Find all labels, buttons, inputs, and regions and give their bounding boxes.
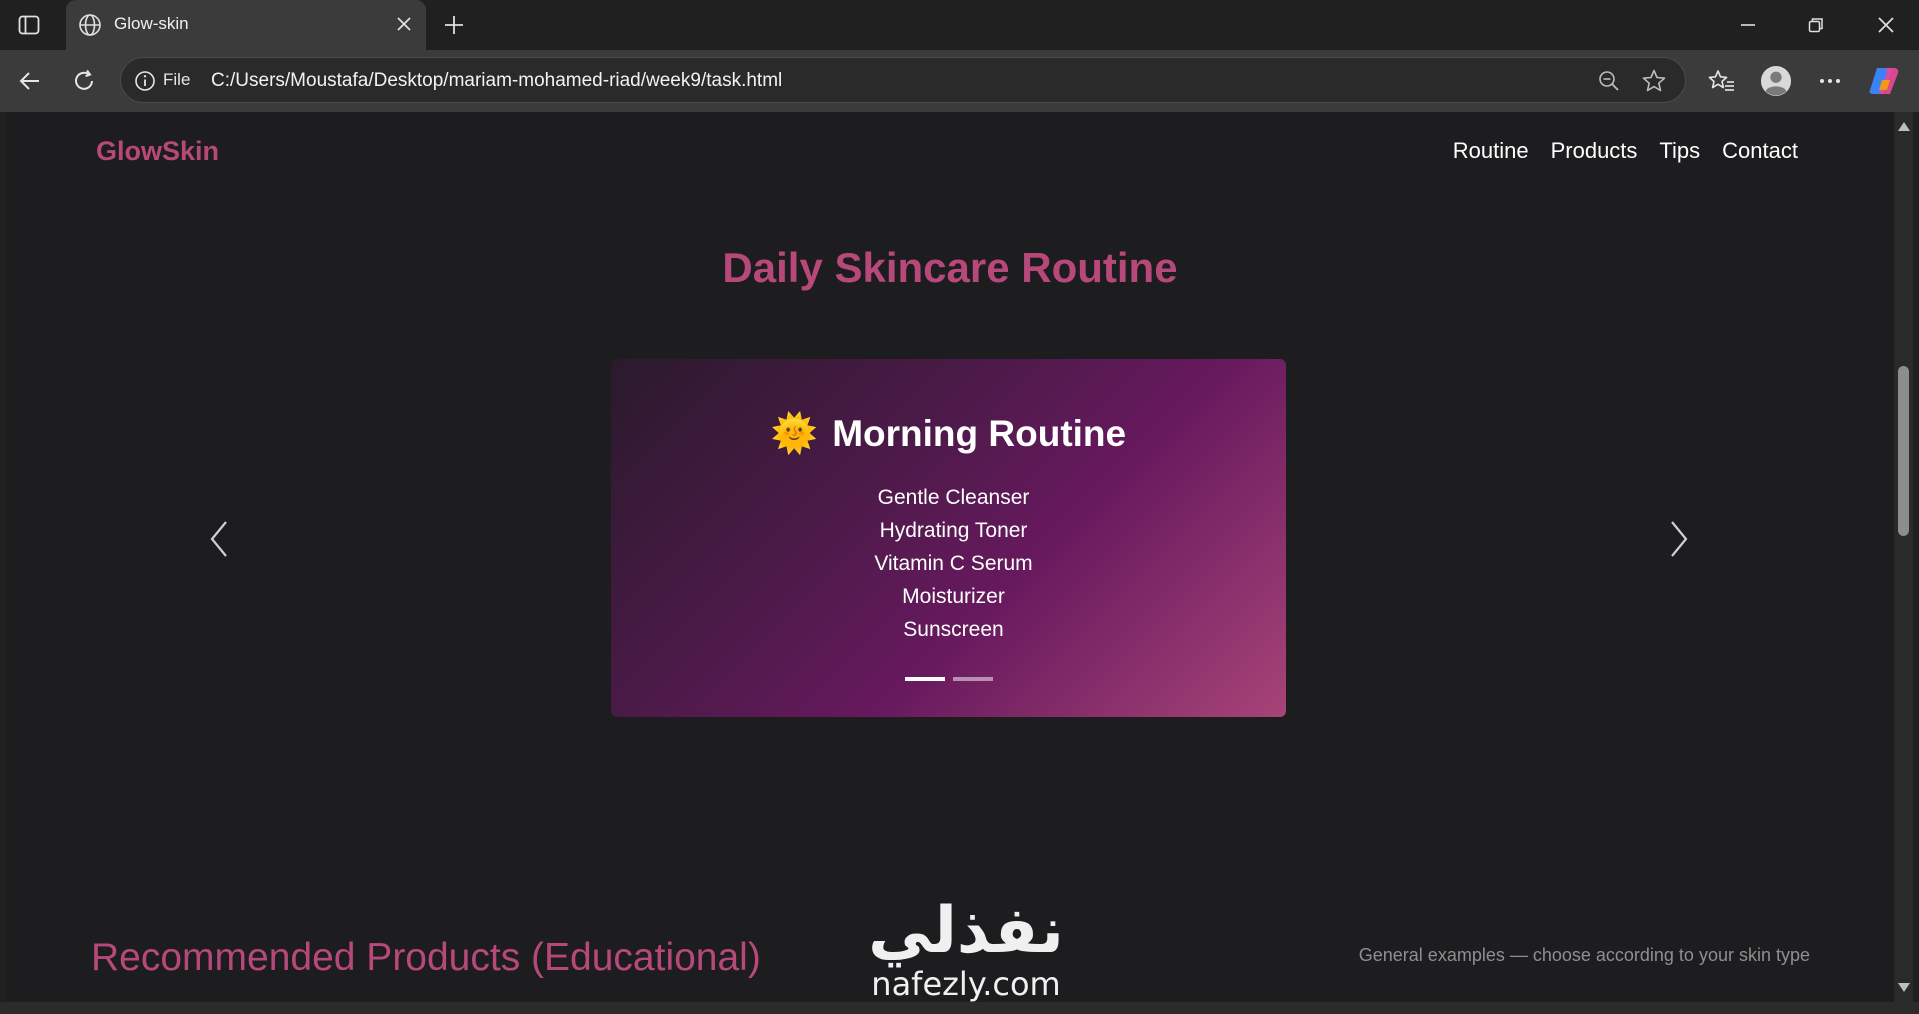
favorites-list-icon [1708,70,1734,91]
tab-title: Glow-skin [114,14,189,33]
carousel-slide: 🌞 Morning Routine Gentle Cleanser Hydrat… [611,359,1286,717]
restore-button[interactable] [1802,12,1830,38]
minimize-icon [1741,24,1755,26]
browser-toolbar: File C:/Users/Moustafa/Desktop/mariam-mo… [0,50,1919,112]
copilot-button[interactable] [1868,65,1900,97]
zoom-out-icon[interactable] [1597,69,1621,93]
slide-title: Morning Routine [832,413,1127,454]
globe-icon [79,14,101,36]
tab-actions-button[interactable] [16,12,42,38]
arrow-left-icon [19,72,39,90]
plus-icon [445,16,463,34]
page-viewport: GlowSkin Routine Products Tips Contact D… [6,112,1894,1002]
carousel-indicator-1[interactable] [904,677,945,681]
address-bar[interactable]: File C:/Users/Moustafa/Desktop/mariam-mo… [120,57,1686,103]
chevron-left-icon [210,521,227,557]
main-nav: Routine Products Tips Contact [1453,138,1798,164]
favorites-button[interactable] [1706,65,1738,97]
slide-heading: 🌞 Morning Routine [611,413,1286,455]
scroll-up-arrow-icon[interactable] [1898,122,1910,131]
list-item: Hydrating Toner [879,519,1028,542]
scheme-label: File [163,70,191,89]
restore-icon [1808,18,1823,33]
copilot-icon [1869,68,1899,94]
nav-link-routine[interactable]: Routine [1453,138,1529,164]
watermark-arabic-text: نفذلي [868,894,1064,968]
scroll-down-arrow-icon[interactable] [1898,983,1910,992]
more-horizontal-icon [1820,79,1840,83]
routine-steps-list: Gentle Cleanser Hydrating Toner Vitamin … [611,481,1286,646]
settings-more-button[interactable] [1814,65,1846,97]
close-icon [1878,17,1894,33]
refresh-button[interactable] [68,65,100,97]
vertical-scrollbar[interactable] [1894,112,1913,1002]
list-item: Vitamin C Serum [874,552,1033,575]
carousel-prev-button[interactable] [204,516,234,562]
refresh-icon [75,69,93,90]
sidebar-toggle-icon [18,15,40,35]
new-tab-button[interactable] [440,11,468,39]
url-text[interactable]: C:/Users/Moustafa/Desktop/mariam-mohamed… [211,70,782,92]
sun-icon: 🌞 [770,413,819,455]
nav-link-contact[interactable]: Contact [1722,138,1798,164]
back-button[interactable] [14,65,46,97]
section-title: Daily Skincare Routine [722,244,1178,291]
products-section-title: Recommended Products (Educational) [91,936,761,979]
chevron-right-icon [1671,521,1688,557]
window-close-button[interactable] [1872,12,1900,38]
carousel-indicators [611,677,1286,681]
carousel-indicator-2[interactable] [952,677,993,681]
profile-button[interactable] [1760,65,1792,97]
nav-link-products[interactable]: Products [1551,138,1638,164]
list-item: Moisturizer [902,585,1005,608]
list-item: Gentle Cleanser [877,486,1030,509]
scrollbar-thumb[interactable] [1898,366,1909,536]
browser-tab[interactable]: Glow-skin [66,0,426,50]
tab-bar: Glow-skin [0,0,1919,50]
watermark-logo: نفذلي nafezly.com [846,896,1086,1014]
carousel-next-button[interactable] [1664,516,1694,562]
watermark-domain-text: nafezly.com [871,965,1061,1003]
avatar-icon [1760,65,1792,97]
favorite-star-icon[interactable] [1641,68,1667,94]
products-section-note: General examples — choose according to y… [1358,945,1810,965]
info-icon[interactable] [134,70,156,92]
close-icon[interactable] [394,14,414,34]
list-item: Sunscreen [903,618,1004,641]
brand-logo[interactable]: GlowSkin [96,136,219,167]
minimize-button[interactable] [1734,12,1762,38]
nav-link-tips[interactable]: Tips [1659,138,1700,164]
